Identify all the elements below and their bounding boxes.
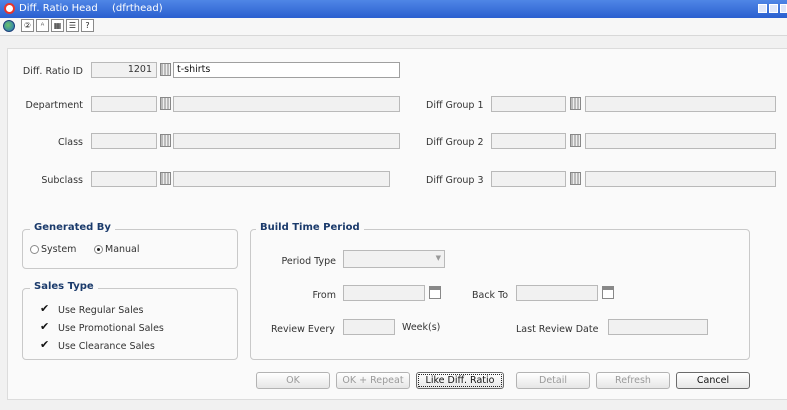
diff-group-1-lov-icon[interactable] xyxy=(570,97,581,110)
build-time-period-title: Build Time Period xyxy=(256,222,364,233)
subclass-input[interactable] xyxy=(91,171,157,187)
department-lov-icon[interactable] xyxy=(160,97,171,110)
use-promotional-sales-checkbox[interactable]: ✔ xyxy=(40,321,50,332)
department-description-field xyxy=(173,96,400,112)
manual-radio-label[interactable]: Manual xyxy=(105,244,140,255)
diff-ratio-id-label: Diff. Ratio ID xyxy=(22,66,83,77)
diff-group-3-description-field xyxy=(585,171,776,187)
diff-ratio-id-lov-icon[interactable] xyxy=(160,63,171,76)
back-to-date-input[interactable] xyxy=(516,285,598,301)
from-date-input[interactable] xyxy=(343,285,425,301)
from-calendar-icon[interactable] xyxy=(429,286,441,299)
ok-button[interactable]: OK xyxy=(256,372,330,389)
subclass-label: Subclass xyxy=(41,175,83,186)
use-regular-sales-label: Use Regular Sales xyxy=(58,305,144,316)
use-clearance-sales-label: Use Clearance Sales xyxy=(58,341,155,352)
diff-ratio-id-input[interactable]: 1201 xyxy=(91,62,157,78)
period-type-label: Period Type xyxy=(281,256,336,267)
refresh-button[interactable]: Refresh xyxy=(596,372,670,389)
list-icon[interactable]: ☰ xyxy=(66,19,79,32)
diff-group-2-label: Diff Group 2 xyxy=(426,137,484,148)
review-every-label: Review Every xyxy=(271,324,335,335)
review-every-input[interactable] xyxy=(343,319,395,335)
minimize-button[interactable] xyxy=(758,4,767,13)
question-icon[interactable]: ? xyxy=(81,19,94,32)
sales-type-title: Sales Type xyxy=(30,281,98,292)
class-description-field xyxy=(173,133,400,149)
class-label: Class xyxy=(58,137,83,148)
window-title: Diff. Ratio Head xyxy=(19,3,98,14)
diff-group-1-label: Diff Group 1 xyxy=(426,100,484,111)
cancel-button[interactable]: Cancel xyxy=(676,372,750,389)
form-code: (dfrthead) xyxy=(112,3,163,14)
last-review-date-field xyxy=(608,319,708,335)
help-icon[interactable]: ② xyxy=(21,19,34,32)
app-icon xyxy=(4,3,15,14)
use-regular-sales-checkbox[interactable]: ✔ xyxy=(40,303,50,314)
last-review-date-label: Last Review Date xyxy=(516,324,599,335)
weeks-label: Week(s) xyxy=(402,322,441,333)
diff-group-3-label: Diff Group 3 xyxy=(426,175,484,186)
manual-radio[interactable] xyxy=(94,245,103,254)
subclass-description-field xyxy=(173,171,390,187)
calculator-icon[interactable]: ▦ xyxy=(51,19,64,32)
detail-button[interactable]: Detail xyxy=(516,372,590,389)
diff-group-2-input[interactable] xyxy=(491,133,566,149)
chevron-down-icon: ▼ xyxy=(435,254,441,262)
system-radio[interactable] xyxy=(30,245,39,254)
like-diff-ratio-button[interactable]: Like Diff. Ratio xyxy=(416,372,504,389)
diff-group-3-input[interactable] xyxy=(491,171,566,187)
ok-repeat-button[interactable]: OK + Repeat xyxy=(336,372,410,389)
back-to-label: Back To xyxy=(472,290,509,301)
system-radio-label[interactable]: System xyxy=(41,244,76,255)
spell-check-icon[interactable]: ᴬ xyxy=(36,19,49,32)
diff-group-3-lov-icon[interactable] xyxy=(570,172,581,185)
subclass-lov-icon[interactable] xyxy=(160,172,171,185)
maximize-button[interactable] xyxy=(769,4,778,13)
period-type-select[interactable]: ▼ xyxy=(343,250,445,268)
diff-group-1-description-field xyxy=(585,96,776,112)
generated-by-title: Generated By xyxy=(30,222,115,233)
from-label: From xyxy=(312,290,336,301)
class-input[interactable] xyxy=(91,133,157,149)
close-button[interactable] xyxy=(780,4,787,13)
department-label: Department xyxy=(25,100,84,111)
department-input[interactable] xyxy=(91,96,157,112)
class-lov-icon[interactable] xyxy=(160,134,171,147)
globe-icon[interactable] xyxy=(3,20,15,32)
title-bar: Diff. Ratio Head (dfrthead) xyxy=(0,0,787,18)
diff-ratio-description: t-shirts xyxy=(177,64,211,75)
diff-group-1-input[interactable] xyxy=(491,96,566,112)
diff-group-2-lov-icon[interactable] xyxy=(570,134,581,147)
diff-ratio-id-value: 1201 xyxy=(127,64,152,75)
toolbar: ② ᴬ ▦ ☰ ? xyxy=(0,18,787,36)
use-promotional-sales-label: Use Promotional Sales xyxy=(58,323,164,334)
diff-group-2-description-field xyxy=(585,133,776,149)
use-clearance-sales-checkbox[interactable]: ✔ xyxy=(40,339,50,350)
back-to-calendar-icon[interactable] xyxy=(602,286,614,299)
diff-ratio-description-field[interactable]: t-shirts xyxy=(173,62,400,78)
